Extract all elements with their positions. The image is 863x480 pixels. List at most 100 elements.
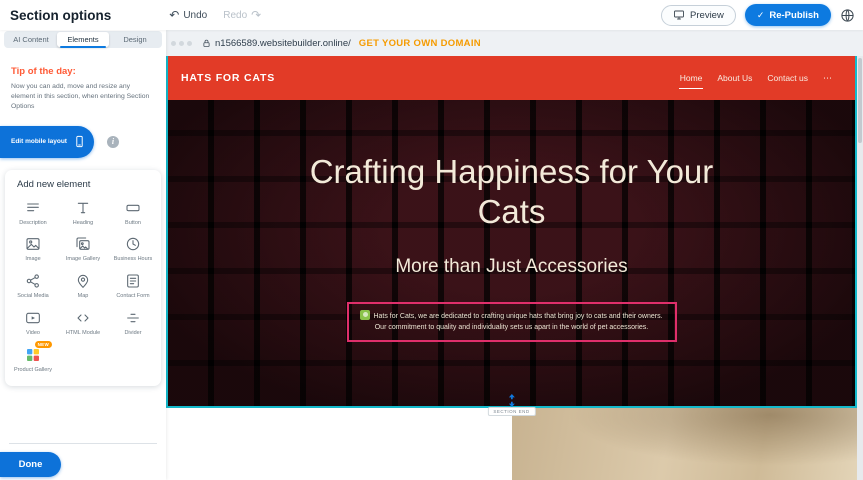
tab-design[interactable]: Design (109, 32, 161, 47)
image-element-placeholder-icon (360, 310, 370, 320)
product-gallery-icon: NEW (25, 346, 41, 364)
element-label: Map (78, 293, 89, 300)
hero-subheading[interactable]: More than Just Accessories (168, 256, 855, 278)
republish-label: Re-Publish (769, 10, 819, 21)
section-options-sidebar: AI Content Elements Design Tip of the da… (0, 30, 166, 480)
preview-scrollbar[interactable] (857, 56, 863, 480)
section-resize-handle[interactable]: SECTION END (487, 394, 535, 416)
next-section[interactable] (166, 408, 857, 480)
element-label: Image (25, 256, 40, 263)
video-icon (25, 309, 41, 327)
element-label: Business Hours (114, 256, 153, 263)
page-title: Section options (10, 8, 111, 23)
tab-design-label: Design (123, 35, 146, 44)
mobile-layout-row: Edit mobile layout i (0, 126, 166, 158)
tip-body: Now you can add, move and resize any ele… (11, 82, 155, 113)
image-gallery-icon (75, 235, 91, 253)
element-video[interactable]: Video (8, 309, 58, 337)
editor-topbar: Section options ↶ Undo Redo ↷ Preview ✓ … (0, 0, 863, 30)
element-label: Video (26, 330, 40, 337)
nav-more-icon[interactable]: ⋯ (823, 73, 833, 84)
tip-title: Tip of the day: (11, 66, 155, 77)
sidebar-divider (9, 443, 157, 444)
phone-icon (73, 135, 86, 148)
form-icon (125, 272, 141, 290)
preview-label: Preview (690, 10, 724, 21)
element-product-gallery[interactable]: NEW Product Gallery (8, 346, 58, 374)
element-heading[interactable]: Heading (58, 199, 108, 227)
code-icon (75, 309, 91, 327)
next-section-blank (166, 408, 512, 480)
tab-ai-content[interactable]: AI Content (5, 32, 57, 47)
tab-elements[interactable]: Elements (57, 32, 109, 47)
edit-mobile-layout-button[interactable]: Edit mobile layout (0, 126, 94, 158)
sidebar-tabs: AI Content Elements Design (4, 31, 162, 48)
element-business-hours[interactable]: Business Hours (108, 235, 158, 263)
element-image[interactable]: Image (8, 235, 58, 263)
history-controls: ↶ Undo Redo ↷ (169, 9, 261, 21)
language-globe-button[interactable] (840, 8, 855, 23)
element-image-gallery[interactable]: Image Gallery (58, 235, 108, 263)
section-end-label: SECTION END (487, 407, 535, 416)
topbar-actions: Preview ✓ Re-Publish (661, 4, 855, 26)
info-icon[interactable]: i (107, 136, 119, 148)
hero-paragraph-text: Hats for Cats, we are dedicated to craft… (373, 313, 662, 332)
element-grid: Description Heading Button Image Image G (8, 199, 158, 374)
element-label: Heading (73, 220, 94, 227)
redo-label: Redo (223, 10, 247, 21)
browser-bar: n1566589.websitebuilder.online/ GET YOUR… (166, 30, 863, 56)
image-icon (25, 235, 41, 253)
site-url: n1566589.websitebuilder.online/ (215, 38, 351, 49)
element-label: Description (19, 220, 47, 227)
check-icon: ✓ (757, 10, 765, 21)
site-logo[interactable]: HATS FOR CATS (181, 72, 275, 84)
lock-icon (202, 39, 211, 48)
scrollbar-thumb[interactable] (858, 58, 862, 143)
new-badge: NEW (35, 341, 52, 348)
undo-icon: ↶ (169, 9, 179, 21)
element-label: Button (125, 220, 141, 227)
preview-button[interactable]: Preview (661, 5, 736, 26)
undo-button[interactable]: ↶ Undo (169, 9, 207, 21)
undo-label: Undo (183, 10, 207, 21)
share-icon (25, 272, 41, 290)
element-divider[interactable]: Divider (108, 309, 158, 337)
divider-icon (125, 309, 141, 327)
done-button[interactable]: Done (0, 452, 61, 477)
traffic-dot (187, 41, 192, 46)
element-label: Contact Form (116, 293, 149, 300)
site-header: HATS FOR CATS Home About Us Contact us ⋯ (168, 56, 855, 100)
hero-section: Crafting Happiness for Your Cats More th… (168, 100, 855, 406)
hero-heading[interactable]: Crafting Happiness for Your Cats (307, 100, 717, 233)
redo-button[interactable]: Redo ↷ (223, 9, 261, 21)
element-html-module[interactable]: HTML Module (58, 309, 108, 337)
nav-item-about-us[interactable]: About Us (717, 73, 752, 83)
tip-of-the-day: Tip of the day: Now you can add, move an… (0, 48, 166, 113)
selected-section[interactable]: HATS FOR CATS Home About Us Contact us ⋯… (166, 56, 857, 408)
element-map[interactable]: Map (58, 272, 108, 300)
element-label: HTML Module (66, 330, 100, 337)
heading-icon (75, 199, 91, 217)
button-icon (125, 199, 141, 217)
nav-item-home[interactable]: Home (680, 73, 703, 83)
element-social-media[interactable]: Social Media (8, 272, 58, 300)
traffic-dot (179, 41, 184, 46)
monitor-icon (673, 9, 685, 21)
resize-arrows-icon (506, 394, 516, 407)
hero-text-box[interactable]: Hats for Cats, we are dedicated to craft… (347, 302, 677, 343)
add-element-title: Add new element (17, 179, 158, 190)
nav-item-contact-us[interactable]: Contact us (767, 73, 808, 83)
add-element-panel: Add new element Description Heading Butt… (5, 170, 161, 386)
traffic-dot (171, 41, 176, 46)
globe-icon (840, 8, 855, 23)
element-description[interactable]: Description (8, 199, 58, 227)
element-button[interactable]: Button (108, 199, 158, 227)
element-label: Social Media (17, 293, 49, 300)
map-pin-icon (75, 272, 91, 290)
republish-button[interactable]: ✓ Re-Publish (745, 4, 831, 26)
get-your-own-domain-link[interactable]: GET YOUR OWN DOMAIN (359, 38, 481, 49)
element-label: Product Gallery (14, 367, 52, 374)
element-contact-form[interactable]: Contact Form (108, 272, 158, 300)
tab-ai-content-label: AI Content (13, 35, 48, 44)
website-builder-app: Section options ↶ Undo Redo ↷ Preview ✓ … (0, 0, 863, 480)
